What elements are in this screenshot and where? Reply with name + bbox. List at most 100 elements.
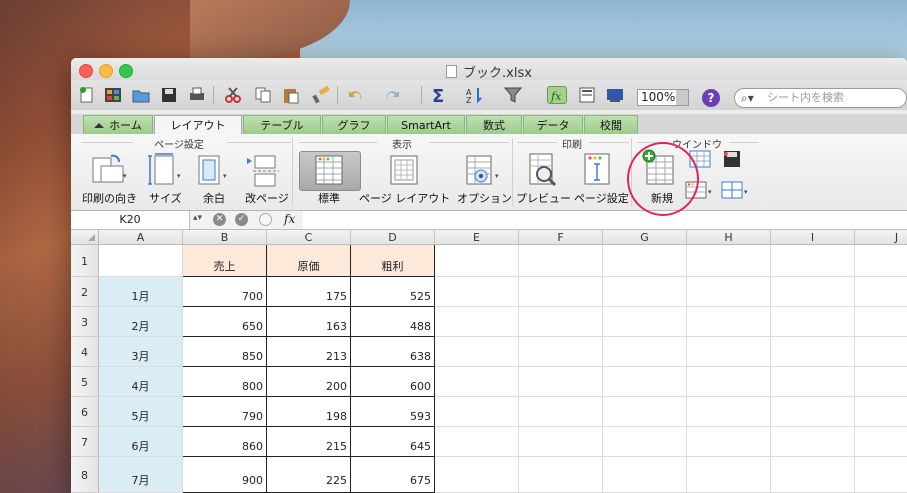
- sort-icon[interactable]: AZ: [465, 86, 485, 104]
- view-options-icon[interactable]: ▾: [465, 152, 505, 188]
- cost-cell[interactable]: 213: [267, 337, 351, 367]
- profit-cell[interactable]: 675: [351, 457, 435, 493]
- cell[interactable]: [771, 457, 855, 493]
- save-icon[interactable]: [159, 86, 179, 104]
- cost-cell[interactable]: 175: [267, 277, 351, 307]
- header-cell[interactable]: 粗利: [351, 245, 435, 277]
- column-header-j[interactable]: J: [855, 230, 907, 245]
- cell[interactable]: [603, 397, 687, 427]
- month-cell[interactable]: 6月: [99, 427, 183, 457]
- column-header-b[interactable]: B: [183, 230, 267, 245]
- month-cell[interactable]: 4月: [99, 367, 183, 397]
- autosum-icon[interactable]: Σ: [429, 86, 449, 104]
- cell[interactable]: [519, 367, 603, 397]
- save-workspace-icon[interactable]: [721, 150, 743, 168]
- cell[interactable]: [435, 245, 519, 277]
- new-workbook-icon[interactable]: [77, 86, 97, 104]
- orientation-icon[interactable]: ▾: [89, 152, 129, 188]
- page-break-icon[interactable]: [243, 152, 287, 188]
- margins-icon[interactable]: ▾: [193, 152, 233, 188]
- cell[interactable]: [687, 367, 771, 397]
- cancel-icon[interactable]: ✕: [213, 213, 226, 226]
- name-box-stepper-icon[interactable]: ▴▾: [193, 213, 202, 223]
- name-box[interactable]: K20: [71, 211, 190, 229]
- header-cell[interactable]: 原価: [267, 245, 351, 277]
- cell[interactable]: [603, 457, 687, 493]
- tab-smartart[interactable]: SmartArt: [387, 115, 465, 134]
- cell[interactable]: [771, 245, 855, 277]
- cell[interactable]: [603, 427, 687, 457]
- media-browser-icon[interactable]: [605, 86, 625, 104]
- redo-icon[interactable]: [383, 86, 403, 104]
- search-input[interactable]: シート内を検索: [734, 88, 907, 108]
- page-setup-icon[interactable]: [581, 152, 615, 188]
- toolbox-icon[interactable]: [577, 86, 597, 104]
- cut-icon[interactable]: [223, 86, 243, 104]
- row-header-7[interactable]: 7: [71, 427, 99, 457]
- zoom-dropdown-icon[interactable]: [676, 90, 688, 105]
- row-header-4[interactable]: 4: [71, 337, 99, 367]
- column-header-g[interactable]: G: [603, 230, 687, 245]
- cell[interactable]: [687, 427, 771, 457]
- cell[interactable]: [687, 307, 771, 337]
- cell[interactable]: [435, 337, 519, 367]
- print-icon[interactable]: [187, 86, 207, 104]
- cell[interactable]: [603, 245, 687, 277]
- column-header-i[interactable]: I: [771, 230, 855, 245]
- confirm-icon[interactable]: ✓: [235, 213, 248, 226]
- cost-cell[interactable]: 215: [267, 427, 351, 457]
- cell[interactable]: [435, 307, 519, 337]
- cell[interactable]: [855, 277, 907, 307]
- cost-cell[interactable]: 163: [267, 307, 351, 337]
- row-header-5[interactable]: 5: [71, 367, 99, 397]
- sales-cell[interactable]: 860: [183, 427, 267, 457]
- row-header-3[interactable]: 3: [71, 307, 99, 337]
- sales-cell[interactable]: 800: [183, 367, 267, 397]
- template-gallery-icon[interactable]: [103, 86, 123, 104]
- page-layout-view-icon[interactable]: [389, 154, 419, 186]
- help-icon[interactable]: ?: [702, 89, 720, 107]
- cell[interactable]: [603, 337, 687, 367]
- format-painter-icon[interactable]: [311, 86, 331, 104]
- paste-icon[interactable]: [281, 86, 301, 104]
- undo-icon[interactable]: [345, 86, 365, 104]
- cell[interactable]: [687, 245, 771, 277]
- row-header-2[interactable]: 2: [71, 277, 99, 307]
- cell[interactable]: [603, 307, 687, 337]
- cell[interactable]: [687, 397, 771, 427]
- cell[interactable]: [519, 457, 603, 493]
- column-header-a[interactable]: A: [99, 230, 183, 245]
- tab-tables[interactable]: テーブル: [243, 115, 321, 134]
- cell[interactable]: [855, 427, 907, 457]
- normal-view-icon[interactable]: [314, 154, 344, 186]
- month-cell[interactable]: 2月: [99, 307, 183, 337]
- copy-icon[interactable]: [253, 86, 273, 104]
- profit-cell[interactable]: 593: [351, 397, 435, 427]
- profit-cell[interactable]: 525: [351, 277, 435, 307]
- cost-cell[interactable]: 198: [267, 397, 351, 427]
- profit-cell[interactable]: 600: [351, 367, 435, 397]
- cell[interactable]: [519, 307, 603, 337]
- cell[interactable]: [771, 397, 855, 427]
- cell[interactable]: [519, 245, 603, 277]
- profit-cell[interactable]: 638: [351, 337, 435, 367]
- tab-data[interactable]: データ: [523, 115, 583, 134]
- row-header-6[interactable]: 6: [71, 397, 99, 427]
- cell[interactable]: [855, 397, 907, 427]
- profit-cell[interactable]: 645: [351, 427, 435, 457]
- row-header-1[interactable]: 1: [71, 245, 99, 277]
- month-cell[interactable]: 3月: [99, 337, 183, 367]
- print-preview-icon[interactable]: [526, 152, 560, 188]
- sales-cell[interactable]: 790: [183, 397, 267, 427]
- split-window-icon[interactable]: ▾: [721, 180, 751, 200]
- select-all-corner[interactable]: [71, 230, 99, 245]
- column-header-f[interactable]: F: [519, 230, 603, 245]
- cell[interactable]: [99, 245, 183, 277]
- function-icon[interactable]: fx: [547, 86, 567, 104]
- cell[interactable]: [435, 457, 519, 493]
- column-header-e[interactable]: E: [435, 230, 519, 245]
- cell[interactable]: [855, 307, 907, 337]
- cell[interactable]: [855, 337, 907, 367]
- cell[interactable]: [687, 277, 771, 307]
- cell[interactable]: [771, 367, 855, 397]
